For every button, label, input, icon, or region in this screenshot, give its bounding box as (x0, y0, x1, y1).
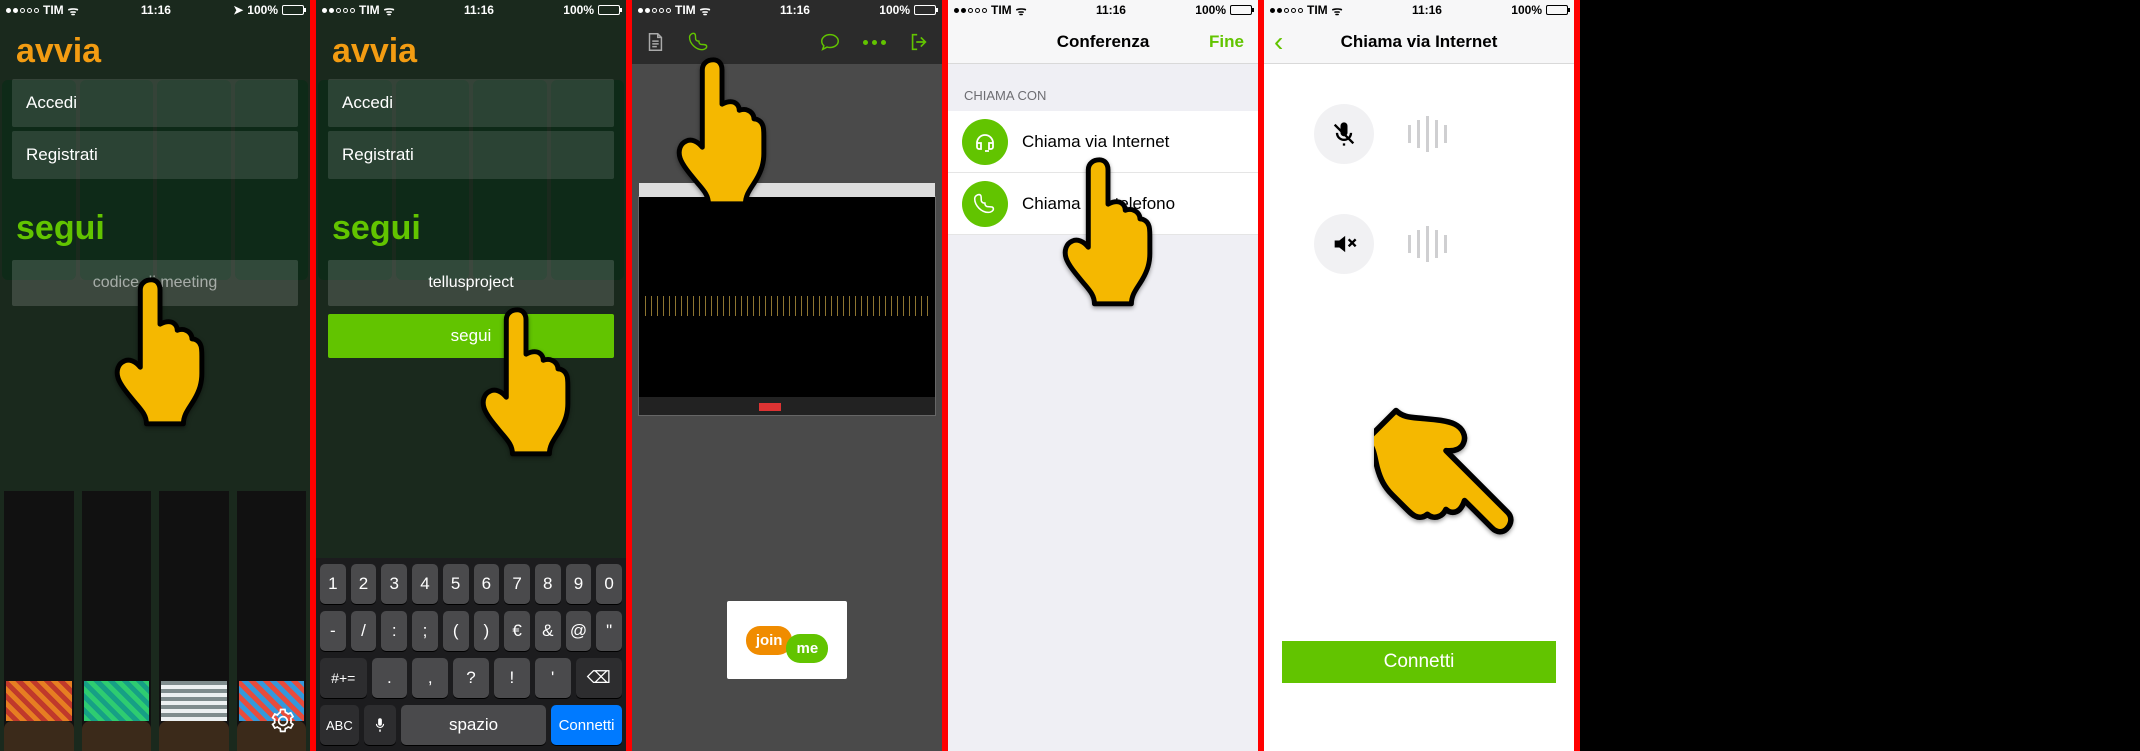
screen-login-filled: TIMᯤ 11:16 100% avvia Accedi Registrati … (316, 0, 632, 751)
key[interactable]: 6 (474, 564, 500, 604)
key[interactable]: 7 (504, 564, 530, 604)
headset-icon (962, 119, 1008, 165)
key[interactable]: , (412, 658, 448, 698)
status-bar: TIMᯤ 11:16 100% (948, 0, 1258, 20)
done-button[interactable]: Fine (1209, 32, 1244, 52)
page-title: Chiama via Internet (1341, 32, 1498, 52)
key[interactable]: @ (566, 611, 592, 651)
meeting-code-input[interactable]: tellusproject (328, 260, 614, 306)
key-symbols[interactable]: #+= (320, 658, 367, 698)
key[interactable]: ! (494, 658, 530, 698)
heading-avvia: avvia (316, 20, 626, 75)
exit-icon[interactable] (908, 31, 930, 53)
status-bar: TIMᯤ 11:16 100% (632, 0, 942, 20)
key-space[interactable]: spazio (401, 705, 546, 745)
heading-avvia: avvia (0, 20, 310, 75)
key-mic[interactable] (364, 705, 396, 745)
phone-icon[interactable] (688, 31, 710, 53)
key[interactable]: ( (443, 611, 469, 651)
key[interactable]: ) (474, 611, 500, 651)
key[interactable]: : (381, 611, 407, 651)
key[interactable]: ? (453, 658, 489, 698)
nav-bar: ‹ Chiama via Internet (1264, 20, 1574, 64)
keyboard: 1 2 3 4 5 6 7 8 9 0 - / : ; ( ) € & @ " … (316, 558, 626, 751)
key[interactable]: " (596, 611, 622, 651)
register-button[interactable]: Registrati (12, 131, 298, 179)
key[interactable]: € (504, 611, 530, 651)
connect-button[interactable]: Connetti (1282, 641, 1556, 683)
heading-segui: segui (0, 183, 310, 252)
key[interactable]: & (535, 611, 561, 651)
mic-level-meter (1408, 116, 1447, 152)
joinme-logo: join me (727, 601, 847, 679)
key[interactable]: 0 (596, 564, 622, 604)
key[interactable]: 4 (412, 564, 438, 604)
follow-button[interactable]: segui (328, 314, 614, 358)
key[interactable]: 3 (381, 564, 407, 604)
status-bar: TIMᯤ 11:16 100% (1264, 0, 1574, 20)
tutorial-hand-icon (1374, 390, 1514, 570)
shared-screen[interactable] (638, 196, 936, 416)
key-delete[interactable]: ⌫ (576, 658, 623, 698)
key-return[interactable]: Connetti (551, 705, 622, 745)
document-icon[interactable] (644, 31, 666, 53)
meeting-toolbar (632, 20, 942, 64)
key[interactable]: / (351, 611, 377, 651)
key[interactable]: ; (412, 611, 438, 651)
phone-icon (962, 181, 1008, 227)
heading-segui: segui (316, 183, 626, 252)
key[interactable]: 9 (566, 564, 592, 604)
option-call-phone[interactable]: Chiama per telefono (948, 173, 1258, 235)
key[interactable]: 1 (320, 564, 346, 604)
screen-call-internet: TIMᯤ 11:16 100% ‹ Chiama via Internet Co… (1264, 0, 1580, 751)
meeting-code-input[interactable]: codice di meeting (12, 260, 298, 306)
option-call-internet[interactable]: Chiama via Internet (948, 111, 1258, 173)
mute-speaker-button[interactable] (1314, 214, 1374, 274)
key[interactable]: 8 (535, 564, 561, 604)
register-button[interactable]: Registrati (328, 131, 614, 179)
chat-icon[interactable] (819, 31, 841, 53)
more-icon[interactable] (863, 40, 886, 45)
screen-conference-options: TIMᯤ 11:16 100% Conferenza Fine CHIAMA C… (948, 0, 1264, 751)
speaker-level-meter (1408, 226, 1447, 262)
settings-button[interactable] (270, 708, 296, 739)
login-button[interactable]: Accedi (328, 79, 614, 127)
screen-meeting-view: TIMᯤ 11:16 100% join me (632, 0, 948, 751)
key[interactable]: . (372, 658, 408, 698)
login-button[interactable]: Accedi (12, 79, 298, 127)
nav-bar: Conferenza Fine (948, 20, 1258, 64)
key-abc[interactable]: ABC (320, 705, 359, 745)
back-button[interactable]: ‹ (1274, 28, 1283, 56)
key[interactable]: 5 (443, 564, 469, 604)
section-header: CHIAMA CON (948, 64, 1258, 111)
key[interactable]: 2 (351, 564, 377, 604)
mute-mic-button[interactable] (1314, 104, 1374, 164)
key[interactable]: ' (535, 658, 571, 698)
screen-login-empty: TIMᯤ 11:16 ➤100% avvia Accedi Registrati… (0, 0, 316, 751)
key[interactable]: - (320, 611, 346, 651)
